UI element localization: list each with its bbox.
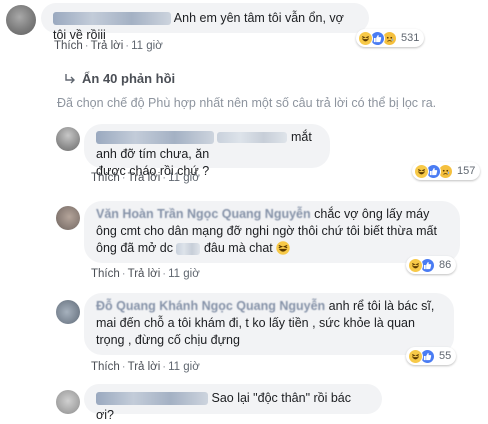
blurred-author-name xyxy=(96,392,208,406)
reply-author[interactable]: Văn Hoàn Trần xyxy=(96,207,184,221)
reaction-count: 157 xyxy=(457,165,476,177)
reply-actions: Thích · Trả lời · 11 giờ xyxy=(91,172,200,184)
reply-bubble: Sao lại "độc thân" rồi bác ơi? xyxy=(84,384,382,422)
reply-arrow-icon xyxy=(65,74,75,84)
reply-link[interactable]: Trả lời xyxy=(128,268,161,280)
reply-link[interactable]: Trả lời xyxy=(128,172,161,184)
blurred-author-name xyxy=(96,131,214,145)
haha-icon xyxy=(408,257,423,273)
reply-actions: Thích · Trả lời · 11 giờ xyxy=(91,268,200,280)
reply-link[interactable]: Trả lời xyxy=(91,40,124,52)
reply-text: chắc vợ ông lấy máy xyxy=(314,207,430,221)
reply-text: mai đến chỗ a tôi khám đi, t ko lấy tiền… xyxy=(96,316,415,330)
like-link[interactable]: Thích xyxy=(91,172,120,184)
reaction-summary[interactable]: 86 xyxy=(406,256,457,274)
haha-icon xyxy=(358,30,373,46)
blurred-text xyxy=(176,242,201,255)
reply-text: trọng , đừng cố chịu đựng xyxy=(96,333,240,347)
reaction-summary[interactable]: 531 xyxy=(356,29,425,47)
reaction-summary[interactable]: 157 xyxy=(412,162,481,180)
mention-link[interactable]: Ngọc Quang Nguyễn xyxy=(202,299,326,313)
reaction-count: 531 xyxy=(401,32,420,44)
reply-author[interactable]: Đỗ Quang Khánh xyxy=(96,299,198,313)
avatar[interactable] xyxy=(56,300,80,324)
hide-replies-toggle[interactable]: Ẩn 40 phản hồi xyxy=(64,71,175,86)
blurred-author-name xyxy=(53,12,171,26)
like-link[interactable]: Thích xyxy=(91,361,120,373)
timestamp: 11 giờ xyxy=(131,40,163,52)
timestamp: 11 giờ xyxy=(168,172,200,184)
avatar[interactable] xyxy=(56,206,80,230)
reply-link[interactable]: Trả lời xyxy=(128,361,161,373)
like-link[interactable]: Thích xyxy=(91,268,120,280)
avatar[interactable] xyxy=(56,390,80,414)
blurred-text xyxy=(217,132,288,144)
reply-bubble: Văn Hoàn Trần Ngọc Quang Nguyễn chắc vợ … xyxy=(84,201,460,263)
reply-text: ông đã mở dc xyxy=(96,241,173,255)
avatar[interactable] xyxy=(6,5,36,35)
avatar[interactable] xyxy=(56,127,80,151)
haha-icon xyxy=(414,163,429,179)
like-link[interactable]: Thích xyxy=(54,40,83,52)
comment-bubble: Anh em yên tâm tôi vẫn ổn, vợ tôi về rồi… xyxy=(41,3,369,42)
reply-text: đâu mà chat xyxy=(203,241,273,255)
reply-actions: Thích · Trả lời · 11 giờ xyxy=(91,361,200,373)
reply-text: ông cmt cho dân mạng đỡ nghi ngờ thôi ch… xyxy=(96,224,437,238)
haha-icon xyxy=(408,348,423,364)
reaction-count: 55 xyxy=(439,350,452,362)
laughing-emoji-icon xyxy=(276,241,290,260)
reaction-count: 86 xyxy=(439,259,452,271)
reply-text: anh rể tôi là bác sĩ, xyxy=(328,299,435,313)
timestamp: 11 giờ xyxy=(168,268,200,280)
reply-bubble: mắt anh đỡ tím chưa, ăn được cháo rồi ch… xyxy=(84,124,330,178)
comment-actions: Thích · Trả lời · 11 giờ xyxy=(54,40,163,52)
timestamp: 11 giờ xyxy=(168,361,200,373)
filter-note: Đã chọn chế độ Phù hợp nhất nên một số c… xyxy=(57,96,437,110)
reaction-summary[interactable]: 55 xyxy=(406,347,457,365)
reply-bubble: Đỗ Quang Khánh Ngọc Quang Nguyễn anh rể … xyxy=(84,293,454,355)
hide-replies-label: Ẩn 40 phản hồi xyxy=(82,71,176,86)
mention-link[interactable]: Ngọc Quang Nguyễn xyxy=(187,207,311,221)
